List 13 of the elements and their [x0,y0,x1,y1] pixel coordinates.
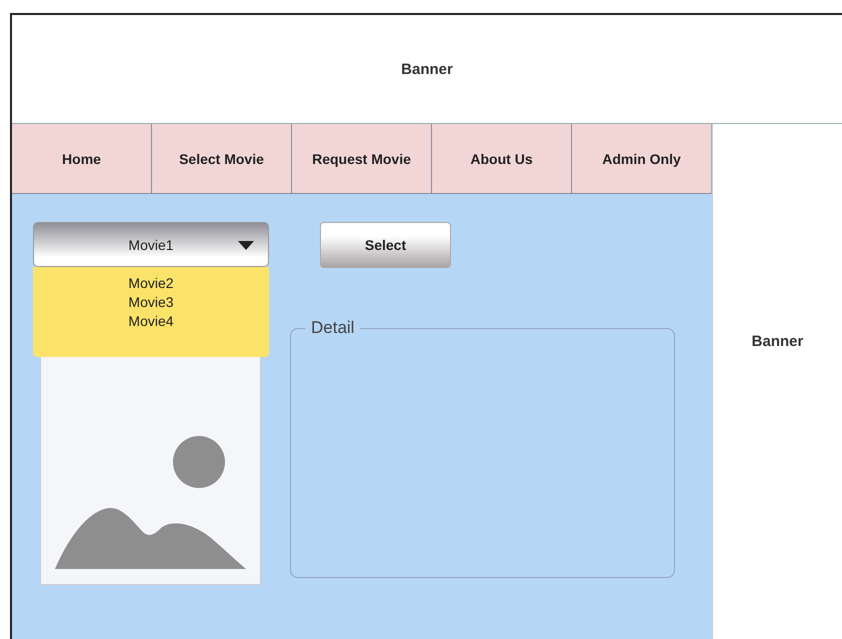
caret-icon [238,241,254,250]
movie-dropdown[interactable]: Movie1 [33,222,269,267]
dropdown-option[interactable]: Movie4 [128,312,174,331]
banner-label: Banner [401,60,453,78]
nav-tab[interactable]: Home [12,124,152,194]
nav-tab[interactable]: Request Movie [292,124,432,194]
nav-tab[interactable]: About Us [432,124,572,194]
dropdown-option[interactable]: Movie3 [128,293,174,312]
detail-label: Detail [310,318,356,338]
select-button[interactable]: Select [320,222,451,268]
side-banner-label: Banner [752,333,804,350]
nav-tab[interactable]: Select Movie [152,124,292,194]
dropdown-option[interactable]: Movie2 [128,274,174,293]
